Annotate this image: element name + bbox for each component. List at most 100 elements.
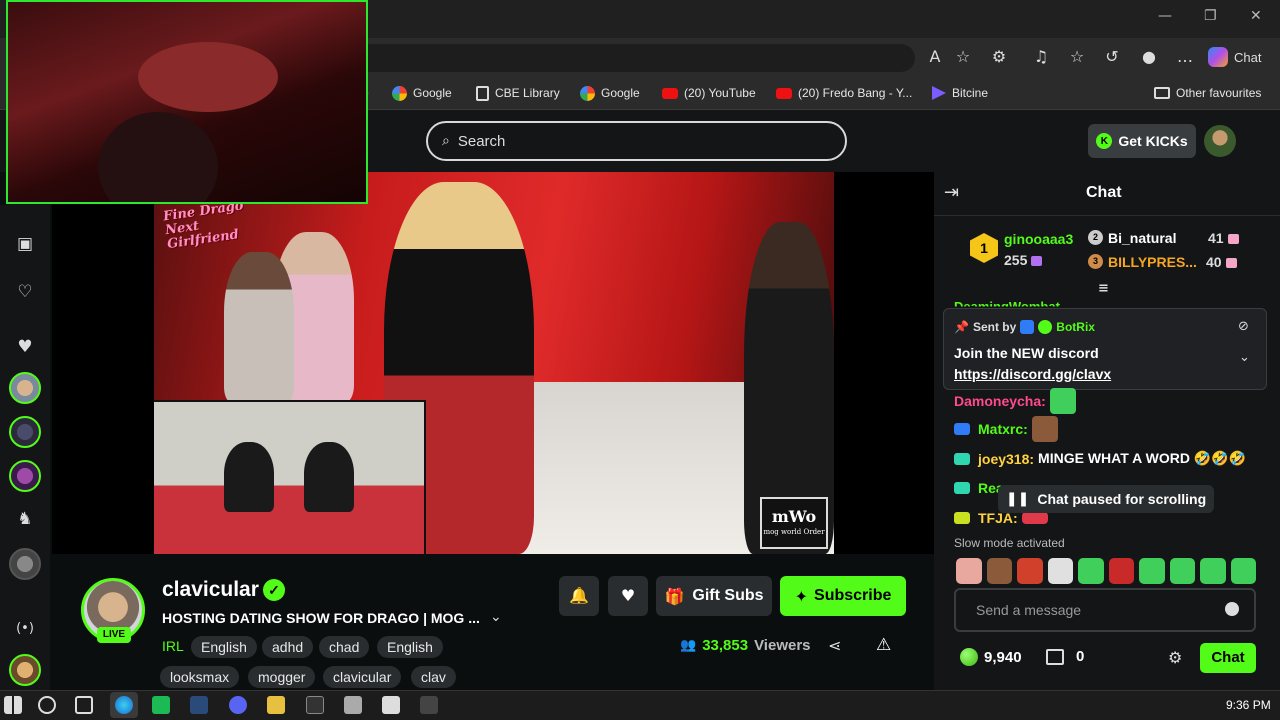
get-kicks-button[interactable]: K Get KICKs: [1088, 124, 1196, 158]
emote[interactable]: [1047, 558, 1073, 584]
windows-start-icon[interactable]: [4, 696, 22, 714]
steam-icon[interactable]: [190, 696, 208, 714]
tag[interactable]: mogger: [248, 666, 316, 688]
emote[interactable]: [1017, 558, 1043, 584]
collapse-chat-icon[interactable]: ⇥: [944, 182, 959, 203]
chat-paused-banner[interactable]: ❚❚ Chat paused for scrolling: [998, 485, 1214, 513]
chat-message: Damoneycha:: [954, 388, 1076, 414]
media-icon[interactable]: ♫: [1030, 46, 1052, 68]
bot-name: BotRix: [1056, 320, 1095, 334]
address-bar[interactable]: [355, 44, 915, 72]
sidebar-channel-icon-4[interactable]: ♞: [13, 507, 37, 531]
report-warning-icon[interactable]: ⚠: [876, 635, 891, 655]
channel-points[interactable]: 9,940: [960, 648, 1022, 666]
task-view-icon[interactable]: [75, 696, 93, 714]
emote[interactable]: [1200, 558, 1226, 584]
share-icon[interactable]: ⋖: [828, 636, 841, 655]
search-icon[interactable]: [38, 696, 56, 714]
chevron-down-icon[interactable]: ⌄: [490, 609, 502, 625]
leaderboard-third-name[interactable]: BILLYPRES...: [1108, 254, 1197, 270]
user-avatar[interactable]: [1204, 125, 1236, 157]
discord-icon[interactable]: [229, 696, 247, 714]
subscribe-button[interactable]: ✦ Subscribe: [780, 576, 906, 616]
emoji-picker-icon[interactable]: [1225, 602, 1239, 616]
gift-subs-button[interactable]: 🎁 Gift Subs: [656, 576, 772, 616]
epic-games-icon[interactable]: [306, 696, 324, 714]
search-input[interactable]: ⌕ Search: [426, 121, 847, 161]
bookmark-label: CBE Library: [495, 86, 560, 100]
viewers-number: 33,853: [702, 637, 749, 654]
chat-username[interactable]: joey318:: [978, 451, 1034, 467]
chat-settings-gear-icon[interactable]: ⚙: [1168, 648, 1182, 667]
points-icon: [960, 648, 978, 666]
hide-pin-icon[interactable]: ⊘: [1238, 319, 1249, 334]
restore-button[interactable]: ❐: [1204, 8, 1217, 24]
sidebar-channel-avatar-6[interactable]: [9, 654, 41, 686]
live-broadcast-icon[interactable]: (•): [13, 617, 37, 641]
verified-badge-icon: [1038, 320, 1053, 334]
history-icon[interactable]: ↺: [1101, 46, 1123, 68]
pin-icon: 📌: [954, 320, 969, 334]
bookmark-youtube[interactable]: (20) YouTube: [662, 84, 756, 102]
taskbar-clock: 9:36 PM: [1226, 698, 1271, 712]
emote[interactable]: [956, 558, 982, 584]
emote[interactable]: [1078, 558, 1104, 584]
tag[interactable]: adhd: [262, 636, 314, 658]
pinned-link[interactable]: https://discord.gg/clavx: [954, 366, 1111, 382]
following-heart-outline-icon[interactable]: ♡: [13, 280, 37, 304]
favorites-icon[interactable]: ☆: [1066, 46, 1088, 68]
tag[interactable]: clavicular: [323, 666, 402, 688]
bookmark-google-1[interactable]: Google: [392, 84, 452, 102]
chat-message: Rea: [954, 480, 1004, 496]
edge-browser-icon[interactable]: [115, 696, 133, 714]
emote[interactable]: [1169, 558, 1195, 584]
leaderboard-first-name[interactable]: ginooaaa3: [1004, 231, 1073, 247]
favorite-star-icon[interactable]: ☆: [952, 46, 974, 68]
stream-category[interactable]: IRL: [162, 638, 184, 654]
tag[interactable]: chad: [319, 636, 370, 658]
tag[interactable]: clav: [411, 666, 456, 688]
close-button[interactable]: ✕: [1250, 8, 1262, 24]
profile-icon[interactable]: ●: [1138, 46, 1160, 68]
file-explorer-icon[interactable]: [267, 696, 285, 714]
leaderboard-rank-3-badge: 3: [1088, 254, 1103, 269]
sidebar-channel-avatar-2[interactable]: [9, 416, 41, 448]
taskbar-app-icon[interactable]: [344, 696, 362, 714]
leaderboard-second-name[interactable]: Bi_natural: [1108, 230, 1176, 246]
store-button[interactable]: 0: [1046, 648, 1084, 665]
filter-icon[interactable]: ≡: [1098, 281, 1109, 296]
bookmark-google-2[interactable]: Google: [580, 84, 640, 102]
extensions-icon[interactable]: ⚙: [988, 46, 1010, 68]
sidebar-channel-avatar-5[interactable]: [9, 548, 41, 580]
emote[interactable]: [986, 558, 1012, 584]
bookmark-bitcine[interactable]: Bitcine: [932, 84, 988, 102]
read-aloud-icon[interactable]: A: [924, 46, 946, 68]
taskbar-app-icon[interactable]: [152, 696, 170, 714]
tag[interactable]: English: [377, 636, 443, 658]
tag[interactable]: English: [191, 636, 257, 658]
tag[interactable]: looksmax: [160, 666, 240, 688]
bookmark-fredo-bang[interactable]: (20) Fredo Bang - Y...: [776, 84, 912, 102]
minimize-button[interactable]: —: [1158, 8, 1172, 24]
chevron-down-icon[interactable]: ⌄: [1239, 350, 1250, 365]
follow-heart-button[interactable]: ♥: [608, 576, 648, 616]
emote[interactable]: [1108, 558, 1134, 584]
chat-message-input[interactable]: Send a message: [954, 588, 1256, 632]
browse-icon[interactable]: ▣: [13, 232, 37, 256]
sidebar-channel-avatar-3[interactable]: [9, 460, 41, 492]
notify-bell-button[interactable]: 🔔: [559, 576, 599, 616]
chat-username[interactable]: Matxrc:: [978, 421, 1028, 437]
more-menu-icon[interactable]: …: [1174, 46, 1196, 68]
emote[interactable]: [1230, 558, 1256, 584]
taskbar-app-icon[interactable]: [420, 696, 438, 714]
emote[interactable]: [1139, 558, 1165, 584]
bookmark-cbe-library[interactable]: CBE Library: [476, 84, 560, 102]
chat-send-button[interactable]: Chat: [1200, 643, 1256, 673]
following-heart-icon[interactable]: ♥: [13, 335, 37, 359]
other-favourites[interactable]: Other favourites: [1154, 84, 1261, 102]
sidebar-channel-avatar-1[interactable]: [9, 372, 41, 404]
chat-username[interactable]: Damoneycha:: [954, 393, 1046, 409]
store-app-icon[interactable]: [382, 696, 400, 714]
streamer-name[interactable]: clavicular: [162, 578, 259, 602]
copilot-chat-button[interactable]: Chat: [1208, 44, 1261, 70]
